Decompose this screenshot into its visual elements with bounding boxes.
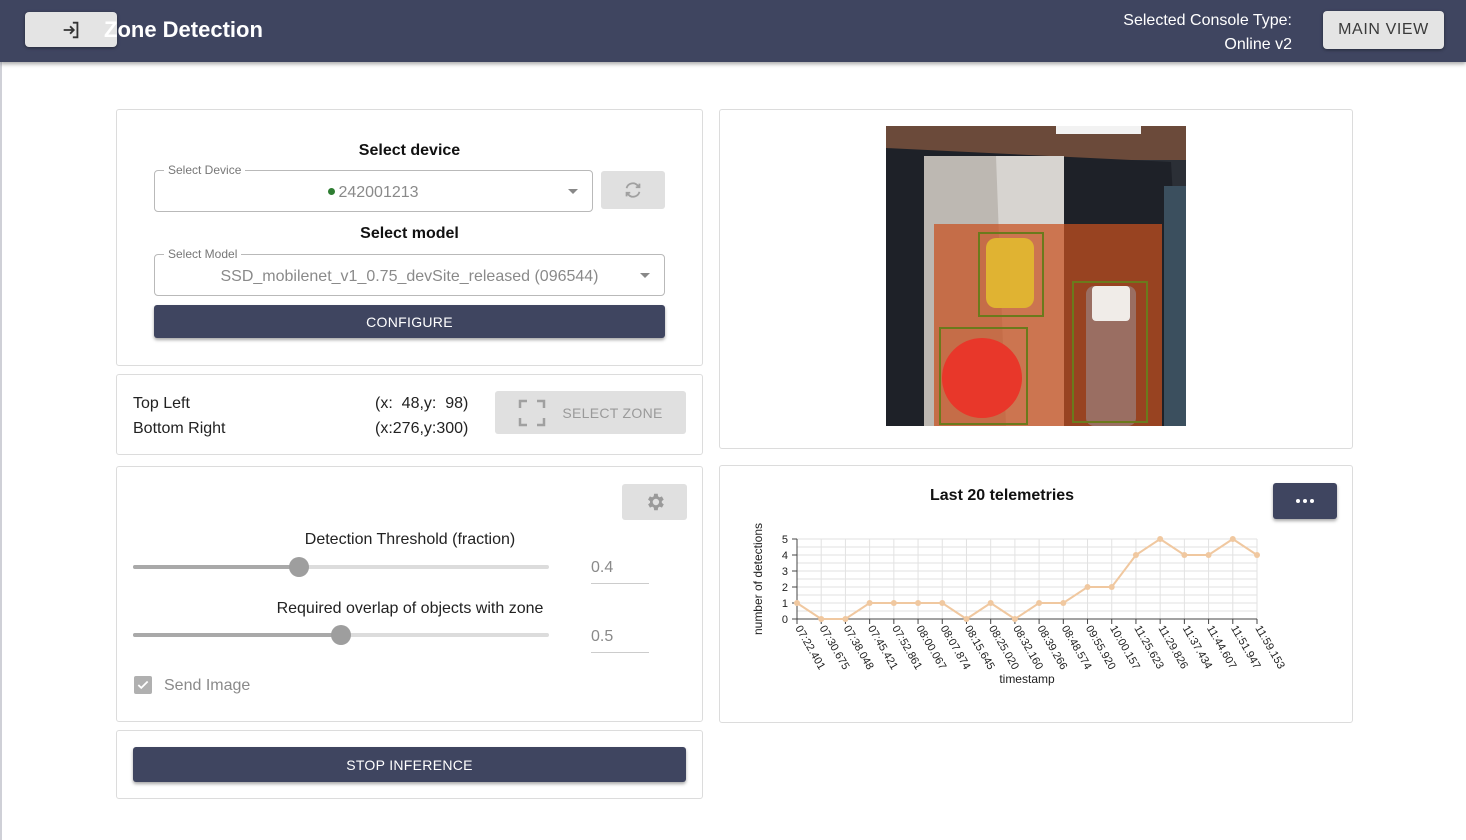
data-point bbox=[794, 600, 800, 606]
select-model-title: Select model bbox=[360, 225, 459, 242]
refresh-icon bbox=[625, 182, 641, 198]
data-point bbox=[890, 600, 897, 606]
top-left-label: Top Left bbox=[133, 395, 190, 412]
threshold-slider-thumb[interactable] bbox=[289, 557, 310, 577]
threshold-slider-fill bbox=[133, 565, 300, 569]
y-axis-label: number of detections bbox=[751, 523, 765, 635]
device-select[interactable]: Select Device 242001213 bbox=[154, 163, 593, 212]
settings-button[interactable] bbox=[622, 484, 687, 520]
data-point bbox=[1229, 536, 1236, 542]
gear-icon bbox=[647, 493, 664, 511]
data-point bbox=[963, 616, 970, 622]
select-zone-icon bbox=[519, 399, 546, 426]
chart-card: Last 20 telemetries 0 1 2 3 4 5 07:22.401 07:30… bbox=[719, 465, 1353, 723]
bottom-right-value: (x:276,y:300) bbox=[375, 420, 469, 437]
data-point bbox=[1205, 552, 1212, 558]
y-tick-label: 4 bbox=[782, 550, 788, 562]
chevron-down-icon bbox=[640, 273, 650, 278]
device-select-value: 242001213 bbox=[338, 184, 419, 201]
data-point bbox=[1157, 536, 1164, 542]
x-axis-label: timestamp bbox=[999, 672, 1055, 686]
data-point bbox=[1060, 600, 1067, 606]
settings-card: Detection Threshold (fraction) 0.4 Requi… bbox=[116, 466, 703, 722]
app-bar: Zone Detection Selected Console Type: On… bbox=[0, 0, 1466, 62]
model-select[interactable]: Select Model SSD_mobilenet_v1_0.75_devSi… bbox=[154, 247, 665, 296]
model-select-legend: Select Model bbox=[164, 247, 242, 261]
page-title: Zone Detection bbox=[104, 17, 263, 42]
stop-inference-button[interactable]: STOP INFERENCE bbox=[133, 747, 686, 782]
refresh-devices-button[interactable] bbox=[601, 171, 665, 209]
y-tick-label: 5 bbox=[782, 534, 788, 546]
data-point bbox=[842, 616, 849, 622]
threshold-value[interactable]: 0.4 bbox=[591, 559, 649, 584]
data-point bbox=[939, 600, 946, 606]
zone-card: Top Left (x: 48,y: 98) Bottom Right (x:2… bbox=[116, 374, 703, 455]
console-type-value: Online v2 bbox=[1224, 36, 1292, 53]
device-select-legend: Select Device bbox=[164, 163, 246, 177]
y-tick-label: 3 bbox=[782, 566, 788, 578]
model-select-value: SSD_mobilenet_v1_0.75_devSite_released (… bbox=[220, 268, 599, 285]
data-point bbox=[1011, 616, 1018, 622]
overlap-slider-fill bbox=[133, 633, 341, 637]
y-tick-label: 1 bbox=[782, 598, 788, 610]
status-dot-icon bbox=[328, 188, 336, 195]
data-point bbox=[915, 600, 922, 606]
telemetry-chart: 01234507:22.40107:30.67507:38.04807:45.4… bbox=[751, 523, 1287, 686]
send-image-checkbox[interactable] bbox=[134, 676, 152, 694]
data-point bbox=[866, 600, 873, 606]
send-image-label: Send Image bbox=[164, 677, 251, 694]
select-zone-label: SELECT ZONE bbox=[562, 404, 663, 421]
data-point bbox=[1108, 584, 1115, 590]
data-point bbox=[1084, 584, 1091, 590]
configure-button[interactable]: CONFIGURE bbox=[154, 305, 665, 338]
data-point bbox=[818, 616, 825, 622]
data-point bbox=[1254, 552, 1260, 558]
data-point bbox=[1181, 552, 1188, 558]
overlap-slider-thumb[interactable] bbox=[331, 625, 351, 645]
top-left-value: (x: 48,y: 98) bbox=[375, 395, 469, 412]
main-view-button[interactable]: MAIN VIEW bbox=[1323, 11, 1444, 49]
overlap-value[interactable]: 0.5 bbox=[591, 628, 649, 653]
data-point bbox=[1132, 552, 1139, 558]
select-zone-button[interactable]: SELECT ZONE bbox=[495, 391, 686, 434]
threshold-label: Detection Threshold (fraction) bbox=[304, 531, 516, 548]
device-card: Select device Select Device 242001213 Se… bbox=[116, 109, 703, 366]
select-device-title: Select device bbox=[358, 142, 461, 159]
left-edge bbox=[0, 62, 2, 840]
login-icon bbox=[63, 21, 79, 38]
console-type: Selected Console Type: Online v2 bbox=[1123, 9, 1292, 57]
y-tick-label: 2 bbox=[782, 582, 788, 594]
data-point bbox=[987, 600, 994, 606]
console-type-label: Selected Console Type: bbox=[1123, 12, 1292, 29]
check-icon bbox=[137, 680, 149, 690]
data-point bbox=[1036, 600, 1043, 606]
y-tick-label: 0 bbox=[782, 614, 788, 626]
chevron-down-icon bbox=[568, 189, 578, 194]
image-card bbox=[719, 109, 1353, 449]
camera-image bbox=[886, 126, 1186, 426]
stop-card: STOP INFERENCE bbox=[116, 730, 703, 799]
bottom-right-label: Bottom Right bbox=[133, 420, 226, 437]
overlap-label: Required overlap of objects with zone bbox=[276, 600, 544, 617]
